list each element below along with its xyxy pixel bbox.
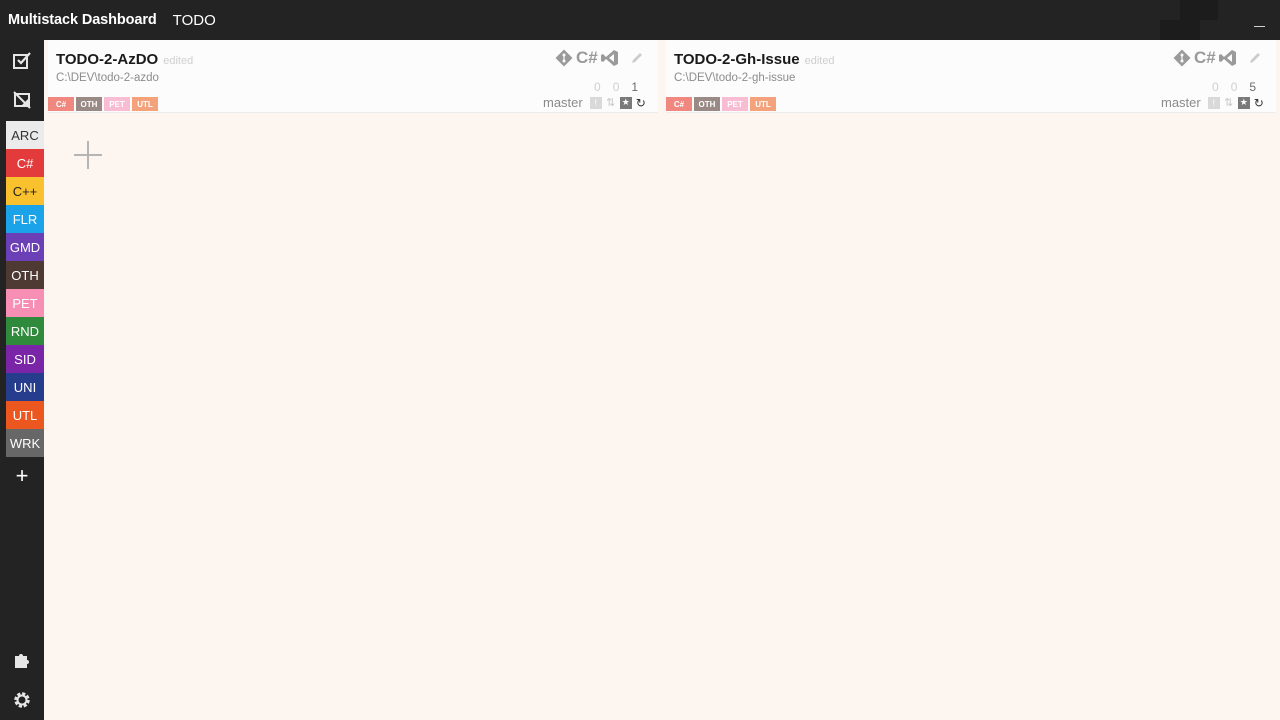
count-b: 0 (1230, 80, 1238, 94)
pull-request-icon[interactable]: ⇅ (1223, 97, 1235, 109)
vscode-icon[interactable] (1218, 48, 1238, 68)
csharp-icon[interactable]: C# (1194, 48, 1216, 68)
csharp-icon[interactable]: C# (576, 48, 598, 68)
edit-icon[interactable] (1248, 51, 1262, 65)
warning-icon[interactable]: ! (589, 96, 602, 109)
count-b: 0 (612, 80, 620, 94)
project-path: C:\DEV\todo-2-gh-issue (674, 72, 796, 84)
pull-request-icon[interactable]: ⇅ (605, 97, 617, 109)
project-card[interactable]: TODO-2-Gh-Issue edited C:\DEV\todo-2-gh-i… (666, 40, 1276, 113)
sidebar-plugins-button[interactable] (0, 640, 44, 680)
app-title: Multistack Dashboard (8, 12, 157, 28)
project-path: C:\DEV\todo-2-azdo (56, 72, 159, 84)
tag-oth[interactable]: OTH (76, 97, 102, 111)
category-gmd[interactable]: GMD (6, 233, 44, 261)
project-name: TODO-2-Gh-Issue (674, 51, 800, 68)
branch-row: master ! ⇅ ★ ↻ (1161, 95, 1265, 110)
refresh-icon[interactable]: ↻ (1253, 96, 1265, 110)
title-bar: Multistack Dashboard TODO (0, 0, 1280, 40)
tag-utl[interactable]: UTL (132, 97, 158, 111)
git-icon[interactable] (554, 48, 574, 68)
category-flr[interactable]: FLR (6, 205, 44, 233)
branch-name: master (543, 95, 583, 110)
checklist-icon (12, 50, 32, 70)
project-actions: C# (1172, 48, 1262, 68)
title-decoration (1180, 0, 1218, 20)
add-project-button[interactable] (74, 141, 102, 169)
edited-label: edited (163, 55, 194, 67)
project-counts: 0 0 5 (1212, 80, 1256, 94)
project-card[interactable]: TODO-2-AzDO edited C:\DEV\todo-2-azdo C# O… (48, 40, 658, 113)
count-c: 1 (631, 80, 639, 94)
add-category-button[interactable]: + (0, 456, 44, 496)
project-tags: C# OTH PET UTL (666, 97, 776, 111)
count-a: 0 (594, 80, 601, 94)
git-icon[interactable] (1172, 48, 1192, 68)
project-title: TODO-2-AzDO edited (56, 51, 193, 68)
project-actions: C# (554, 48, 644, 68)
category-csharp[interactable]: C# (6, 149, 44, 177)
category-sid[interactable]: SID (6, 345, 44, 373)
view-title: TODO (172, 11, 216, 29)
star-icon[interactable]: ★ (619, 96, 632, 109)
sidebar: ARC C# C++ FLR GMD OTH PET RND SID UNI UTL WRK + (0, 40, 44, 720)
edited-label: edited (804, 55, 835, 67)
sidebar-todo-button[interactable] (0, 40, 44, 80)
branch-row: master ! ⇅ ★ ↻ (543, 95, 647, 110)
category-rnd[interactable]: RND (6, 317, 44, 345)
branch-name: master (1161, 95, 1201, 110)
project-counts: 0 0 1 (594, 80, 638, 94)
star-icon[interactable]: ★ (1237, 96, 1250, 109)
tag-pet[interactable]: PET (722, 97, 748, 111)
category-utl[interactable]: UTL (6, 401, 44, 429)
sidebar-hidden-button[interactable] (0, 80, 44, 120)
sidebar-settings-button[interactable] (0, 680, 44, 720)
plugin-icon (12, 650, 32, 670)
count-a: 0 (1212, 80, 1219, 94)
tag-csharp[interactable]: C# (48, 97, 74, 111)
hidden-projects-icon (12, 90, 32, 110)
tag-oth[interactable]: OTH (694, 97, 720, 111)
category-uni[interactable]: UNI (6, 373, 44, 401)
settings-icon (12, 690, 32, 710)
category-arc[interactable]: ARC (6, 121, 44, 149)
project-title: TODO-2-Gh-Issue edited (674, 51, 835, 68)
tag-csharp[interactable]: C# (666, 97, 692, 111)
warning-icon[interactable]: ! (1207, 96, 1220, 109)
minimize-button[interactable] (1240, 0, 1280, 40)
category-wrk[interactable]: WRK (6, 429, 44, 457)
category-oth[interactable]: OTH (6, 261, 44, 289)
title-decoration (1160, 20, 1200, 40)
category-pet[interactable]: PET (6, 289, 44, 317)
tag-utl[interactable]: UTL (750, 97, 776, 111)
add-icon: + (15, 463, 29, 488)
category-cplusplus[interactable]: C++ (6, 177, 44, 205)
count-c: 5 (1249, 80, 1257, 94)
edit-icon[interactable] (630, 51, 644, 65)
tag-pet[interactable]: PET (104, 97, 130, 111)
project-name: TODO-2-AzDO (56, 51, 159, 68)
refresh-icon[interactable]: ↻ (635, 96, 647, 110)
vscode-icon[interactable] (600, 48, 620, 68)
project-tags: C# OTH PET UTL (48, 97, 158, 111)
